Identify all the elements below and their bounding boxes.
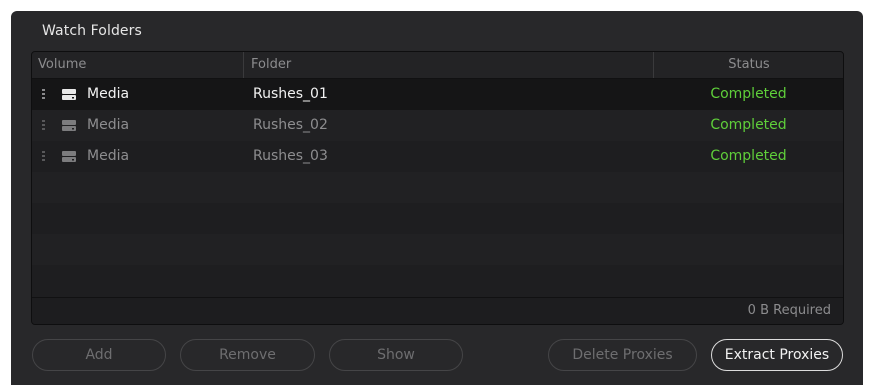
table-header: Volume Folder Status bbox=[32, 52, 843, 79]
drag-handle-icon[interactable] bbox=[42, 89, 45, 100]
show-button[interactable]: Show bbox=[329, 339, 463, 371]
empty-row bbox=[32, 265, 843, 296]
drive-icon bbox=[62, 89, 76, 100]
watch-folders-panel: Watch Folders Volume Folder Status Media… bbox=[11, 11, 863, 385]
drive-icon bbox=[62, 151, 76, 162]
row-folder: Rushes_03 bbox=[253, 148, 328, 164]
row-folder: Rushes_02 bbox=[253, 117, 328, 133]
watch-folders-table: Volume Folder Status Media Rushes_01 Com… bbox=[31, 51, 844, 325]
row-volume: Media bbox=[87, 86, 130, 102]
drag-handle-icon[interactable] bbox=[42, 120, 45, 131]
table-row[interactable]: Media Rushes_02 Completed bbox=[32, 110, 843, 141]
empty-row bbox=[32, 203, 843, 234]
space-required-label: 0 B Required bbox=[747, 303, 831, 318]
row-status: Completed bbox=[710, 86, 787, 102]
row-status: Completed bbox=[710, 117, 787, 133]
row-volume: Media bbox=[87, 117, 130, 133]
extract-proxies-button[interactable]: Extract Proxies bbox=[711, 339, 843, 371]
add-button[interactable]: Add bbox=[32, 339, 166, 371]
remove-button[interactable]: Remove bbox=[180, 339, 315, 371]
row-status: Completed bbox=[710, 148, 787, 164]
drive-icon bbox=[62, 120, 76, 131]
empty-row bbox=[32, 234, 843, 265]
column-header-volume[interactable]: Volume bbox=[38, 52, 238, 78]
column-header-folder[interactable]: Folder bbox=[243, 52, 653, 78]
delete-proxies-button[interactable]: Delete Proxies bbox=[548, 339, 697, 371]
panel-title: Watch Folders bbox=[42, 23, 142, 39]
table-row[interactable]: Media Rushes_01 Completed bbox=[32, 79, 843, 110]
row-folder: Rushes_01 bbox=[253, 86, 328, 102]
row-volume: Media bbox=[87, 148, 130, 164]
empty-row bbox=[32, 172, 843, 203]
column-header-status[interactable]: Status bbox=[653, 52, 843, 78]
table-body: Media Rushes_01 Completed Media Rushes_0… bbox=[32, 79, 843, 296]
table-row[interactable]: Media Rushes_03 Completed bbox=[32, 141, 843, 172]
drag-handle-icon[interactable] bbox=[42, 151, 45, 162]
table-footer: 0 B Required bbox=[32, 297, 843, 324]
